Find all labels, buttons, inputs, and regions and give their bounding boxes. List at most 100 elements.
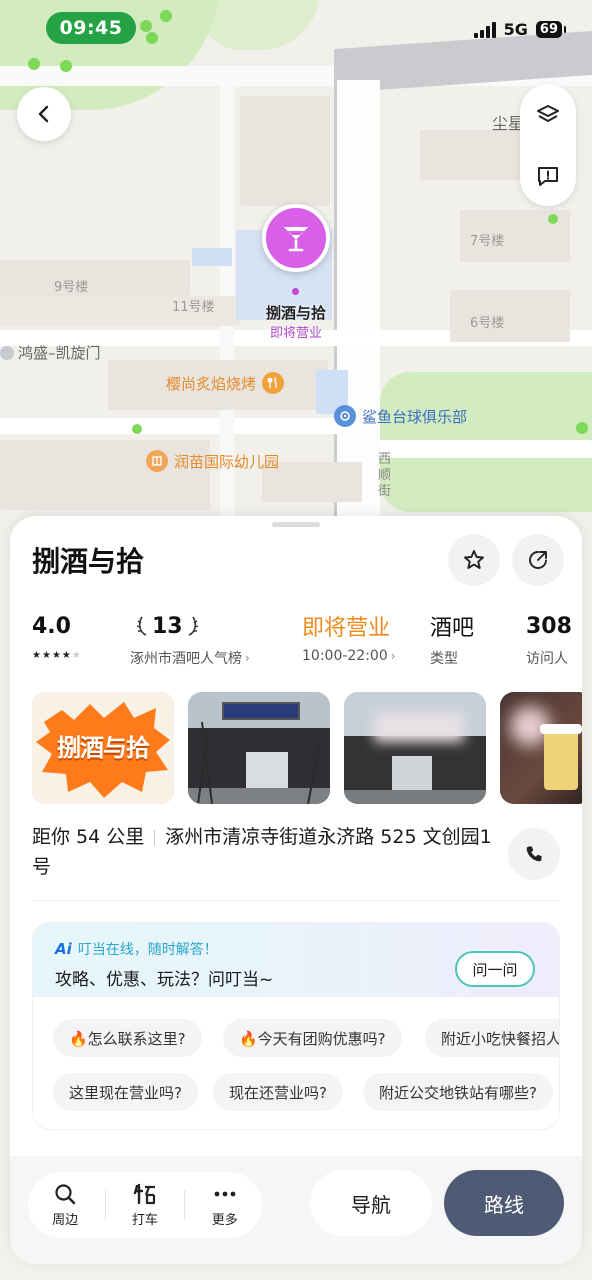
separator bbox=[154, 829, 156, 846]
building bbox=[420, 130, 530, 180]
map-label: 6号楼 bbox=[470, 316, 505, 331]
layers-button[interactable] bbox=[528, 95, 568, 135]
selected-place-pin[interactable] bbox=[262, 204, 330, 272]
share-button[interactable] bbox=[512, 534, 564, 586]
tree-dot bbox=[60, 60, 72, 72]
tree-dot bbox=[146, 32, 158, 44]
suggestion-chip[interactable]: 附近小吃快餐招人 bbox=[425, 1019, 559, 1057]
more-dots-icon bbox=[214, 1191, 236, 1196]
suggestion-chip[interactable]: 现在还营业吗? bbox=[213, 1073, 343, 1111]
category-stat: 酒吧 类型 bbox=[430, 610, 474, 668]
suggestion-chip[interactable]: 🔥怎么联系这里? bbox=[53, 1019, 202, 1057]
ranking-label: 涿州市酒吧人气榜 bbox=[130, 651, 242, 667]
location-dot-icon bbox=[0, 345, 14, 360]
divider bbox=[32, 900, 560, 901]
status-indicators: 5G 69 bbox=[473, 20, 567, 39]
tree-dot bbox=[132, 424, 142, 434]
call-button[interactable] bbox=[508, 828, 560, 880]
star-filled-icon: ★ bbox=[32, 650, 41, 661]
chevron-right-icon: › bbox=[390, 649, 396, 663]
ask-button[interactable]: 问一问 bbox=[455, 951, 535, 987]
feedback-icon bbox=[538, 166, 558, 186]
taxi-button[interactable]: 打车 bbox=[110, 1183, 180, 1228]
visitors-value: 308 bbox=[526, 613, 572, 639]
star-empty-icon: ★ bbox=[71, 650, 81, 661]
building bbox=[0, 260, 190, 296]
battery-icon: 69 bbox=[535, 21, 567, 38]
navigate-button[interactable]: 导航 bbox=[310, 1170, 432, 1236]
star-filled-icon: ★ bbox=[51, 650, 61, 661]
ai-assistant-card: Ai 叮当在线，随时解答！ 攻略、优惠、玩法？问叮当~ 问一问 🔥怎么联系这里?… bbox=[32, 922, 560, 1130]
storefront-photo[interactable] bbox=[344, 692, 486, 804]
laurel-right-icon bbox=[188, 616, 198, 636]
opening-hours: 10:00-22:00 bbox=[302, 648, 388, 664]
poi-billiards[interactable]: 鲨鱼台球俱乐部 bbox=[334, 405, 467, 427]
star-filled-icon: ★ bbox=[41, 650, 51, 661]
nearby-button[interactable]: 周边 bbox=[30, 1183, 100, 1228]
suggested-questions: 🔥怎么联系这里? 🔥今天有团购优惠吗? 附近小吃快餐招人 这里现在营业吗? 现在… bbox=[53, 1019, 559, 1129]
taxi-label: 打车 bbox=[131, 1212, 158, 1228]
building bbox=[240, 96, 330, 206]
more-button[interactable]: 更多 bbox=[190, 1183, 260, 1228]
school-icon bbox=[146, 450, 168, 472]
photo-strip[interactable]: 捌酒与拾 bbox=[32, 692, 582, 804]
layers-icon bbox=[537, 104, 559, 122]
map-side-toolbar bbox=[520, 84, 576, 206]
visitors-label: 访问人 bbox=[526, 651, 568, 667]
rating-stat[interactable]: 4.0 ★ ★ ★ ★ ★ bbox=[32, 610, 81, 662]
hours-stat[interactable]: 即将营业 10:00-22:00 › bbox=[302, 610, 396, 664]
feedback-button[interactable] bbox=[528, 156, 568, 196]
poi-hongsheng[interactable]: 鸿盛–凯旋门 bbox=[0, 342, 101, 363]
more-label: 更多 bbox=[211, 1212, 238, 1228]
favorite-button[interactable] bbox=[448, 534, 500, 586]
rating-stars: ★ ★ ★ ★ ★ bbox=[32, 650, 81, 661]
park-area bbox=[200, 0, 320, 50]
pin-place-name: 捌酒与拾 bbox=[265, 304, 326, 322]
visitors-stat: 308 访问人 bbox=[526, 610, 572, 668]
chevron-right-icon: › bbox=[245, 651, 250, 665]
ranking-stat[interactable]: 13 涿州市酒吧人气榜 › bbox=[130, 610, 250, 668]
poi-bbq[interactable]: 樱尚炙焰烧烤 bbox=[166, 372, 285, 394]
star-filled-icon: ★ bbox=[61, 650, 71, 661]
tree-dot bbox=[140, 20, 152, 32]
tree-dot bbox=[576, 422, 588, 434]
pin-place-status: 即将营业 bbox=[269, 326, 322, 341]
logo-photo[interactable]: 捌酒与拾 bbox=[32, 692, 174, 804]
tree-dot bbox=[28, 58, 40, 70]
storefront-photo[interactable] bbox=[188, 692, 330, 804]
road bbox=[0, 418, 340, 434]
quick-tools: 周边 打车 更多 bbox=[28, 1172, 262, 1238]
category-label: 类型 bbox=[430, 651, 458, 667]
distance-text: 距你 54 公里 bbox=[32, 826, 145, 848]
pin-anchor-dot bbox=[292, 288, 299, 295]
suggestion-chip[interactable]: 这里现在营业吗? bbox=[53, 1073, 198, 1111]
ai-logo-icon: Ai bbox=[55, 940, 72, 958]
fork-knife-icon bbox=[262, 372, 285, 394]
open-status: 即将营业 bbox=[302, 616, 391, 641]
sheet-handle[interactable] bbox=[272, 522, 320, 527]
ai-prompt-text: 攻略、优惠、玩法？问叮当~ bbox=[55, 970, 274, 990]
nearby-label: 周边 bbox=[52, 1212, 79, 1228]
suggestion-chip[interactable]: 附近公交地铁站有哪些? bbox=[363, 1073, 553, 1111]
suggestion-chip[interactable]: 🔥今天有团购优惠吗? bbox=[223, 1019, 402, 1057]
back-button[interactable] bbox=[17, 87, 71, 141]
tree-dot bbox=[548, 214, 558, 224]
place-stats-row: 4.0 ★ ★ ★ ★ ★ 13 涿州市酒吧人气榜 › 即将营业 10:00-22:00… bbox=[32, 610, 582, 672]
place-detail-sheet: 捌酒与拾 4.0 ★ ★ ★ ★ ★ 13 涿州市酒吧人气榜 › 即将营业 10… bbox=[10, 516, 582, 1264]
drink-photo[interactable] bbox=[500, 692, 582, 804]
route-button[interactable]: 路线 bbox=[444, 1170, 564, 1236]
chevron-left-icon bbox=[38, 105, 49, 123]
address-row[interactable]: 距你 54 公里 涿州市清凉寺街道永济路 525 文创园1号 bbox=[32, 822, 502, 882]
map-view[interactable]: 尘星 9号楼 11号楼 7号楼 6号楼 鸿盛–凯旋门 樱尚炙焰烧烤 鲨鱼台球俱乐… bbox=[0, 0, 592, 560]
laurel-left-icon bbox=[136, 616, 147, 636]
status-time: 09:45 bbox=[46, 12, 136, 44]
ranking-number: 13 bbox=[152, 613, 183, 639]
network-type: 5G bbox=[503, 20, 528, 39]
map-label: 11号楼 bbox=[172, 300, 215, 315]
cocktail-icon bbox=[284, 227, 308, 252]
share-icon bbox=[529, 551, 547, 569]
building bbox=[192, 248, 232, 266]
rating-value: 4.0 bbox=[32, 613, 71, 639]
poi-kindergarten[interactable]: 润苗国际幼儿园 bbox=[146, 450, 279, 472]
map-label: 7号楼 bbox=[470, 234, 505, 249]
